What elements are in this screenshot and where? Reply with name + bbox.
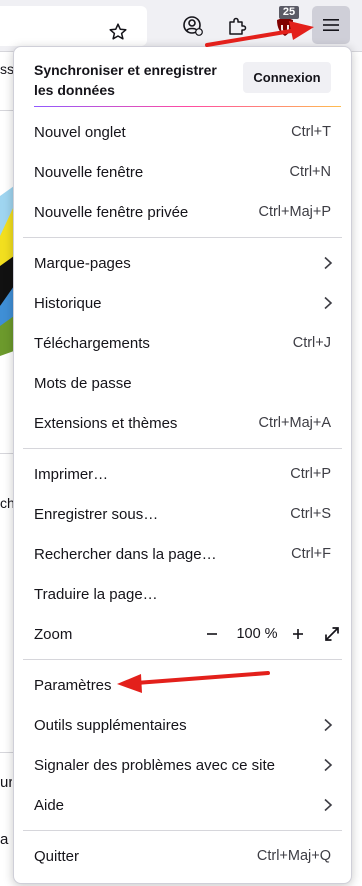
menu-item-shortcut: Ctrl+J [292, 335, 331, 351]
menu-item-shortcut: Ctrl+Maj+Q [256, 848, 331, 864]
account-icon[interactable] [175, 8, 211, 44]
sync-gradient-divider [34, 106, 341, 107]
menu-item-zoom: Zoom 100 % [18, 615, 347, 653]
page-divider [0, 110, 14, 111]
menu-item-label: Nouvelle fenêtre privée [34, 203, 189, 221]
menu-item-shortcut: Ctrl+Maj+P [258, 204, 331, 220]
menu-item-shortcut: Ctrl+P [290, 466, 331, 482]
chevron-right-icon [324, 256, 333, 270]
menu-item-label: Nouvelle fenêtre [34, 163, 144, 181]
page-text-fragment: ur [0, 774, 12, 791]
browser-toolbar: 25 [0, 0, 362, 52]
menu-item-label: Quitter [34, 847, 80, 865]
menu-item-passwords[interactable]: Mots de passe [18, 364, 347, 402]
menu-item-bookmarks[interactable]: Marque-pages [18, 244, 347, 282]
menu-item-label: Traduire la page… [34, 585, 158, 603]
menu-item-new-window[interactable]: Nouvelle fenêtre Ctrl+N [18, 153, 347, 191]
hamburger-menu-icon[interactable] [312, 6, 350, 44]
page-text-fragment: ss [0, 61, 14, 77]
menu-item-label: Paramètres [34, 676, 112, 694]
zoom-reset-value[interactable]: 100 % [232, 615, 282, 653]
url-bar[interactable] [0, 6, 147, 46]
menu-item-shortcut: Ctrl+Maj+A [258, 415, 331, 431]
page-illustration [0, 186, 14, 356]
menu-item-label: Historique [34, 294, 102, 312]
minus-icon [207, 633, 217, 635]
menu-item-new-tab[interactable]: Nouvel onglet Ctrl+T [18, 113, 347, 151]
chevron-right-icon [324, 798, 333, 812]
menu-item-label: Téléchargements [34, 334, 150, 352]
menu-item-label: Extensions et thèmes [34, 414, 178, 432]
fullscreen-arrows-icon [325, 627, 339, 641]
menu-item-label: Enregistrer sous… [34, 505, 159, 523]
menu-separator [23, 659, 342, 660]
zoom-out-button[interactable] [202, 624, 222, 644]
menu-item-label: Rechercher dans la page… [34, 545, 217, 563]
plus-icon [293, 629, 303, 639]
menu-separator [23, 448, 342, 449]
menu-item-help[interactable]: Aide [18, 786, 347, 824]
menu-separator [23, 237, 342, 238]
fullscreen-button[interactable] [322, 624, 342, 644]
menu-item-print[interactable]: Imprimer… Ctrl+P [18, 455, 347, 493]
menu-item-label: Marque-pages [34, 254, 131, 272]
ublock-shield-icon[interactable]: 25 [267, 6, 303, 44]
menu-item-label: Mots de passe [34, 374, 132, 392]
menu-item-shortcut: Ctrl+F [291, 546, 331, 562]
menu-item-shortcut: Ctrl+N [289, 164, 332, 180]
page-divider [0, 453, 14, 454]
menu-item-report-site[interactable]: Signaler des problèmes avec ce site [18, 746, 347, 784]
menu-item-history[interactable]: Historique [18, 284, 347, 322]
menu-item-settings[interactable]: Paramètres [18, 666, 347, 704]
sync-title: Synchroniser et enregistrer les données [34, 62, 217, 98]
menu-item-shortcut: Ctrl+T [291, 124, 331, 140]
zoom-in-button[interactable] [288, 624, 308, 644]
sync-section: Synchroniser et enregistrer les données … [14, 47, 351, 107]
menu-item-label: Outils supplémentaires [34, 716, 187, 734]
menu-item-label: Aide [34, 796, 65, 814]
chevron-right-icon [324, 758, 333, 772]
menu-item-label: Nouvel onglet [34, 123, 126, 141]
menu-item-shortcut: Ctrl+S [290, 506, 331, 522]
menu-item-label: Signaler des problèmes avec ce site [34, 756, 275, 774]
extensions-puzzle-icon[interactable] [219, 8, 255, 44]
zoom-controls: 100 % [187, 615, 347, 653]
menu-item-more-tools[interactable]: Outils supplémentaires [18, 706, 347, 744]
chevron-right-icon [324, 296, 333, 310]
menu-item-addons[interactable]: Extensions et thèmes Ctrl+Maj+A [18, 404, 347, 442]
page-divider [0, 752, 14, 753]
menu-item-private-window[interactable]: Nouvelle fenêtre privée Ctrl+Maj+P [18, 193, 347, 231]
menu-item-save-as[interactable]: Enregistrer sous… Ctrl+S [18, 495, 347, 533]
menu-item-label: Imprimer… [34, 465, 109, 483]
menu-item-find-in-page[interactable]: Rechercher dans la page… Ctrl+F [18, 535, 347, 573]
ublock-badge: 25 [279, 6, 299, 19]
app-menu-panel: Synchroniser et enregistrer les données … [13, 46, 352, 884]
menu-item-label: Zoom [34, 625, 73, 643]
page-text-fragment: a r [0, 831, 12, 848]
chevron-right-icon [324, 718, 333, 732]
bookmark-star-icon[interactable] [100, 14, 136, 50]
menu-item-quit[interactable]: Quitter Ctrl+Maj+Q [18, 837, 347, 875]
menu-item-downloads[interactable]: Téléchargements Ctrl+J [18, 324, 347, 362]
sign-in-button[interactable]: Connexion [243, 62, 331, 93]
menu-item-translate[interactable]: Traduire la page… [18, 575, 347, 613]
menu-separator [23, 830, 342, 831]
page-text-fragment: cha [0, 495, 14, 511]
